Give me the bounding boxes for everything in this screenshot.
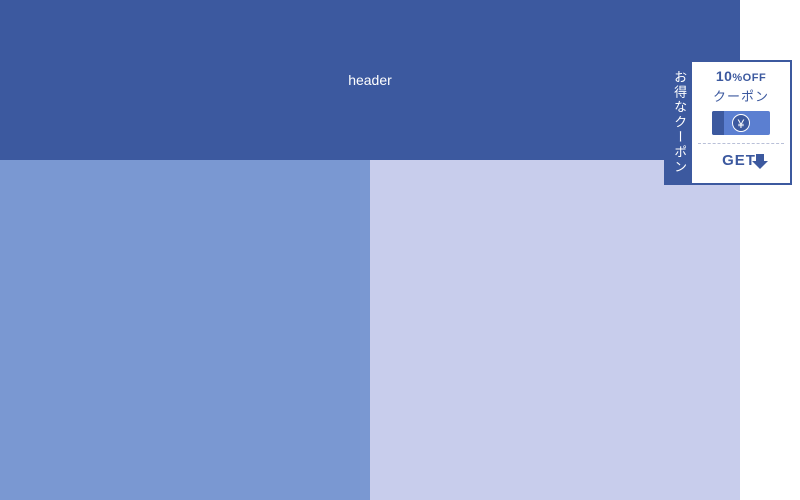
coupon-get-button[interactable]: GET bbox=[722, 150, 760, 171]
left-column bbox=[0, 160, 370, 500]
coupon-tab-label: お得なクーポン bbox=[671, 70, 687, 175]
coupon-get-label: GET bbox=[722, 152, 756, 169]
header-label: header bbox=[348, 72, 392, 88]
yen-icon: ¥ bbox=[732, 114, 750, 132]
right-column bbox=[370, 160, 740, 500]
coupon-widget[interactable]: お得なクーポン 10%OFF クーポン ¥ GET bbox=[664, 60, 792, 185]
content-columns bbox=[0, 160, 740, 500]
coupon-discount-number: 10 bbox=[716, 68, 733, 84]
coupon-tab[interactable]: お得なクーポン bbox=[666, 62, 692, 183]
coupon-body: 10%OFF クーポン ¥ GET bbox=[692, 62, 790, 183]
coupon-discount-suffix: %OFF bbox=[732, 72, 766, 84]
coupon-subtitle: クーポン bbox=[713, 86, 769, 105]
header: header bbox=[0, 0, 740, 160]
coupon-ticket-icon: ¥ bbox=[712, 111, 770, 135]
coupon-divider bbox=[698, 143, 784, 144]
coupon-discount: 10%OFF bbox=[716, 68, 766, 84]
